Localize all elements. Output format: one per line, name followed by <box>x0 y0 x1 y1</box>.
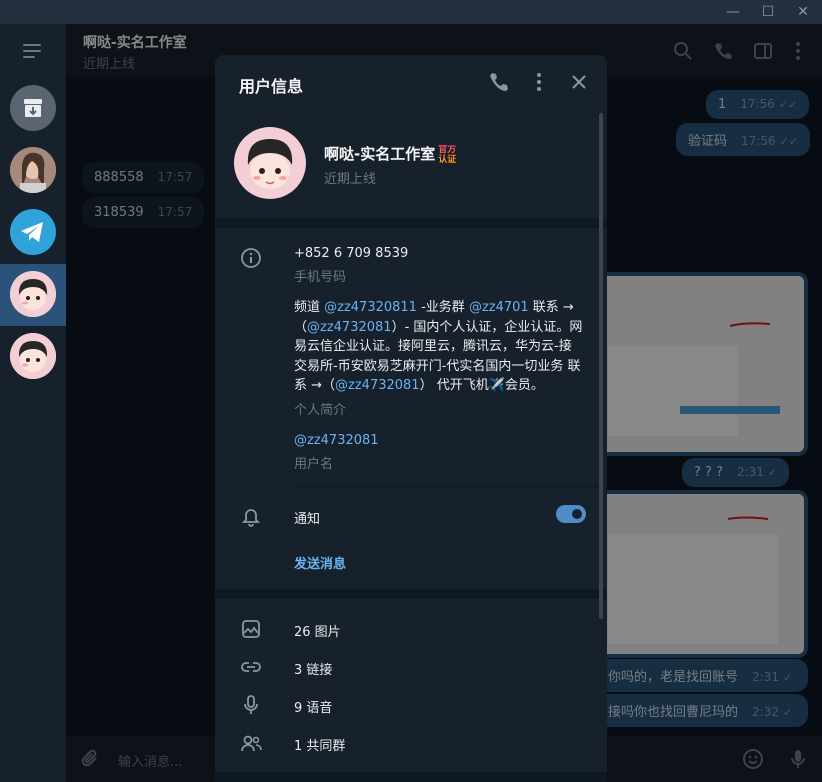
menu-icon[interactable] <box>21 41 45 61</box>
microphone-icon <box>240 694 262 716</box>
panel-scrollbar[interactable] <box>599 113 603 619</box>
profile-avatar[interactable] <box>234 127 306 199</box>
group-icon <box>240 732 262 754</box>
close-icon[interactable] <box>568 71 590 93</box>
bio-label: 个人简介 <box>294 403 347 418</box>
close-window-button[interactable]: ✕ <box>786 0 820 24</box>
bio-link[interactable]: @zz4732081 <box>335 378 420 393</box>
info-icon <box>240 247 262 269</box>
phone-number[interactable]: +852 6 709 8539 <box>294 246 408 261</box>
section-divider <box>215 589 607 599</box>
bio-link[interactable]: @zz47320811 <box>324 300 417 315</box>
call-icon[interactable] <box>488 71 510 93</box>
window-titlebar: — ☐ ✕ <box>0 0 822 24</box>
contact-avatar-2[interactable] <box>10 333 56 379</box>
contact-avatar-active[interactable] <box>10 271 56 317</box>
media-links[interactable]: 3 链接 <box>294 659 332 678</box>
minimize-button[interactable]: — <box>716 0 750 24</box>
chat-list-sidebar <box>0 24 66 782</box>
section-divider <box>215 218 607 228</box>
bio-link[interactable]: @zz4701 <box>469 300 529 315</box>
username[interactable]: @zz4732081 <box>294 433 379 448</box>
phone-label: 手机号码 <box>294 270 347 285</box>
verified-badge: 官方 认证 <box>438 145 457 165</box>
section-divider <box>215 772 607 782</box>
telegram-icon[interactable] <box>10 209 56 255</box>
row-separator <box>294 486 607 487</box>
link-icon <box>240 656 262 678</box>
notifications-label: 通知 <box>294 512 321 527</box>
profile-status: 近期上线 <box>324 172 377 187</box>
media-common-groups[interactable]: 1 共同群 <box>294 735 345 754</box>
archive-folder-icon[interactable] <box>10 85 56 131</box>
more-options-icon[interactable] <box>528 71 550 93</box>
bell-icon <box>240 505 262 527</box>
username-label: 用户名 <box>294 457 334 472</box>
user-info-panel: 用户信息 啊哒-实名工作室 官方 认证 近期上线 +852 6 709 8539 手… <box>215 55 607 782</box>
maximize-button[interactable]: ☐ <box>751 0 785 24</box>
send-message-button[interactable]: 发送消息 <box>294 553 346 572</box>
panel-title: 用户信息 <box>239 77 304 96</box>
media-photos[interactable]: 26 图片 <box>294 621 341 640</box>
profile-name: 啊哒-实名工作室 官方 认证 <box>324 145 457 165</box>
bio-text[interactable]: 频道 @zz47320811 -业务群 @zz4701 联系 →（@zz4732… <box>294 298 584 396</box>
contact-avatar-1[interactable] <box>10 147 56 193</box>
bio-link[interactable]: @zz4732081 <box>307 320 392 335</box>
media-voice[interactable]: 9 语音 <box>294 697 332 716</box>
photo-icon <box>240 618 262 640</box>
notifications-toggle[interactable] <box>556 505 586 523</box>
